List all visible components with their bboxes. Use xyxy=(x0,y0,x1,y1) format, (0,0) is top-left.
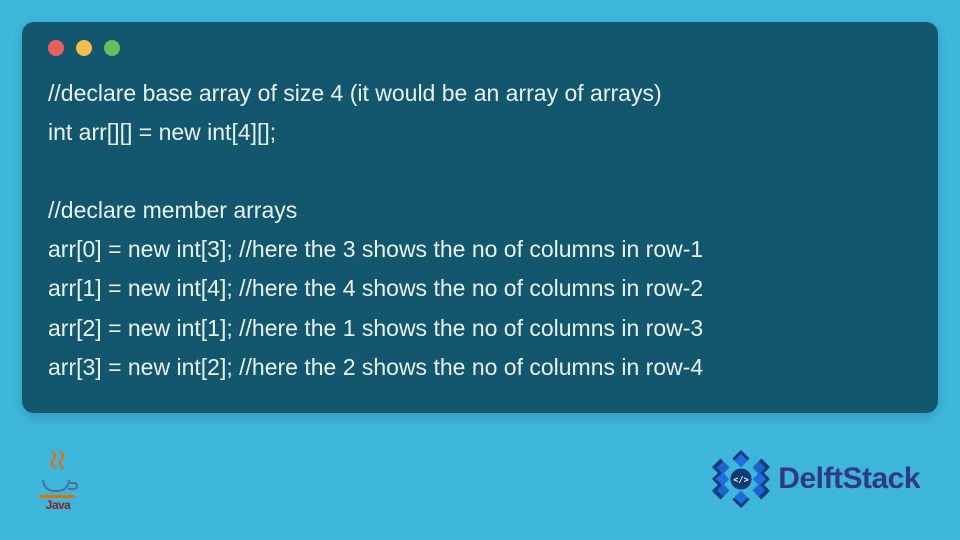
code-comment: //declare member arrays xyxy=(48,197,297,223)
maximize-icon[interactable] xyxy=(104,40,120,56)
code-line: arr[0] = new int[3]; //here the 3 shows … xyxy=(48,236,703,262)
code-line: int arr[][] = new int[4][]; xyxy=(48,119,276,145)
code-line: arr[3] = new int[2]; //here the 2 shows … xyxy=(48,354,703,380)
java-cup-icon xyxy=(40,456,76,500)
java-label: Java xyxy=(46,498,71,512)
code-line: arr[2] = new int[1]; //here the 1 shows … xyxy=(48,315,703,341)
minimize-icon[interactable] xyxy=(76,40,92,56)
code-content: //declare base array of size 4 (it would… xyxy=(48,74,912,387)
delftstack-logo: </> DelftStack xyxy=(708,446,920,512)
close-icon[interactable] xyxy=(48,40,64,56)
delftstack-icon: </> xyxy=(708,446,774,512)
window-controls xyxy=(48,40,912,56)
java-logo: Java xyxy=(40,456,76,512)
code-window: //declare base array of size 4 (it would… xyxy=(22,22,938,413)
svg-text:</>: </> xyxy=(734,475,750,485)
delftstack-label: DelftStack xyxy=(778,462,920,496)
code-line: arr[1] = new int[4]; //here the 4 shows … xyxy=(48,275,703,301)
footer: Java xyxy=(22,413,938,518)
code-comment: //declare base array of size 4 (it would… xyxy=(48,80,662,106)
